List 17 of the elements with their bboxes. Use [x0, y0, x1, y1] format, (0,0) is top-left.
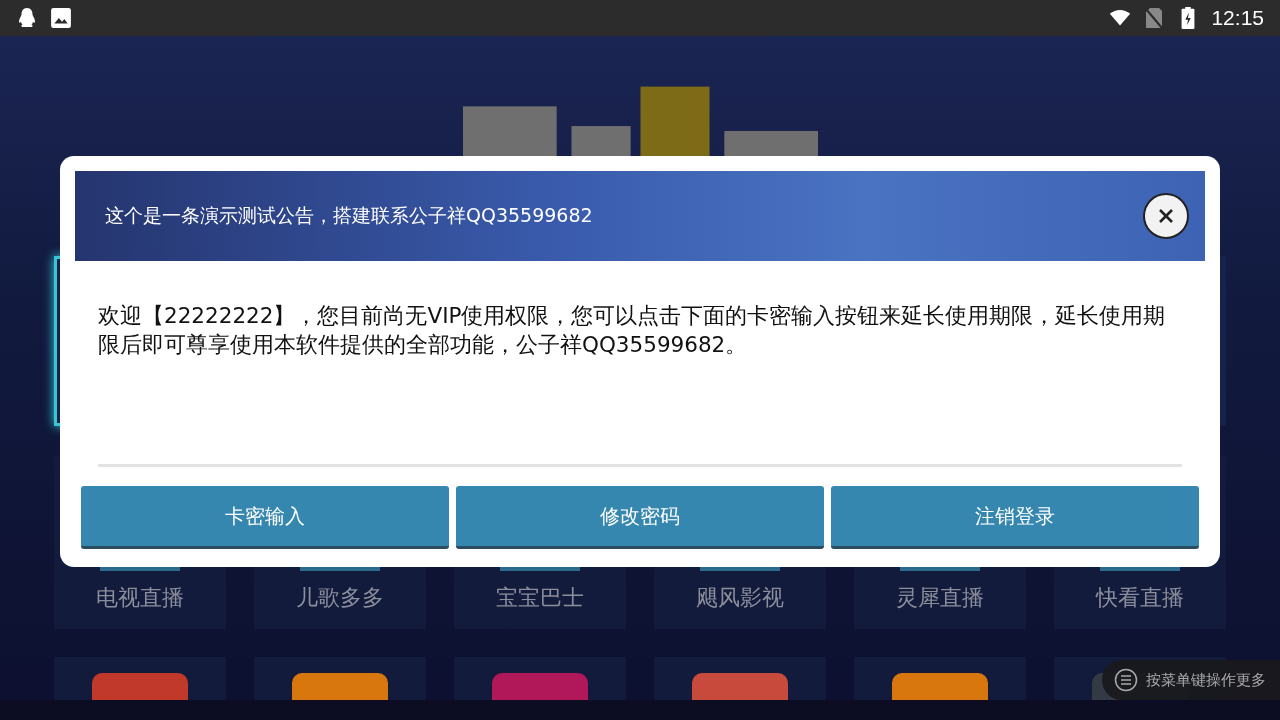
app-label: 快看直播 — [1096, 584, 1184, 612]
app-label: 宝宝巴士 — [496, 584, 584, 612]
app-label: 灵犀直播 — [896, 584, 984, 612]
dialog-button[interactable]: 注销登录 — [831, 486, 1199, 549]
notice-text: 这个是一条演示测试公告，搭建联系公子祥QQ35599682 — [105, 203, 593, 228]
clock-time: 12:15 — [1211, 6, 1264, 30]
menu-icon — [1114, 668, 1138, 692]
dialog-button[interactable]: 卡密输入 — [81, 486, 449, 549]
app-label: 电视直播 — [96, 584, 184, 612]
message-text: 欢迎【22222222】，您目前尚无VIP使用权限，您可以点击下面的卡密输入按钮来延长使用期限，延长使用期限后即可尊享使用本软件提供的全部功能，公子祥QQ35599682。 — [98, 302, 1167, 359]
dialog-button[interactable]: 修改密码 — [456, 486, 824, 549]
app-label: 飓风影视 — [696, 584, 784, 612]
penguin-icon — [16, 7, 38, 29]
app-label: 儿歌多多 — [296, 584, 384, 612]
hint-text: 按菜单键操作更多 — [1146, 670, 1266, 690]
image-icon — [50, 7, 72, 29]
close-button[interactable] — [1143, 193, 1189, 239]
